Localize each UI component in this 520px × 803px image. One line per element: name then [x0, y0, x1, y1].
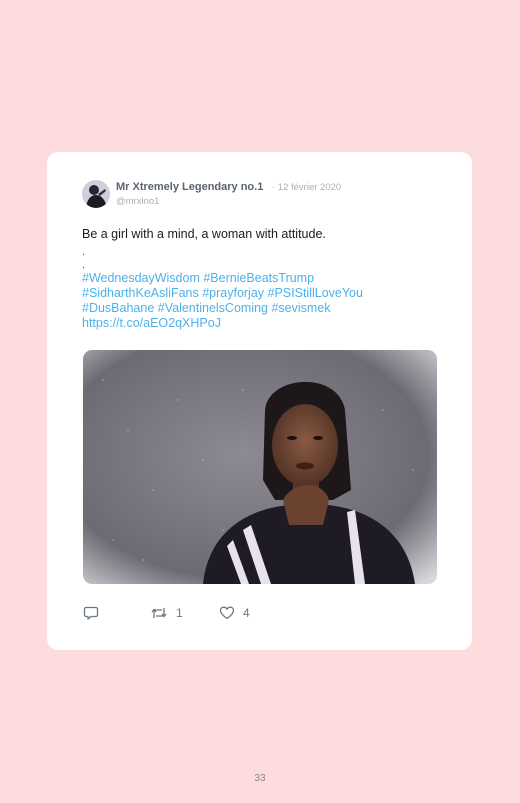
tweet-text: Be a girl with a mind, a woman with atti…: [82, 227, 326, 241]
tweet-card: Mr Xtremely Legendary no.1 · 12 février …: [47, 152, 472, 650]
tweet-dot-2: .: [82, 259, 86, 271]
author-handle[interactable]: @mrxlno1: [116, 196, 159, 207]
reply-button[interactable]: [83, 604, 99, 622]
hashtag-block: #WednesdayWisdom #BernieBeatsTrump #Sidh…: [82, 271, 442, 331]
like-count: 4: [243, 606, 250, 620]
tweet-dot-1: .: [82, 246, 86, 258]
retweet-count: 1: [176, 606, 183, 620]
retweet-icon: [151, 608, 167, 618]
reply-icon: [83, 606, 99, 620]
avatar[interactable]: [82, 180, 110, 208]
tweet-link[interactable]: https://t.co/aEO2qXHPoJ: [82, 316, 442, 331]
tweet-photo[interactable]: [83, 350, 437, 584]
like-button[interactable]: 4: [219, 604, 250, 622]
author-name[interactable]: Mr Xtremely Legendary no.1: [116, 181, 263, 193]
hashtag-line[interactable]: #WednesdayWisdom #BernieBeatsTrump: [82, 271, 442, 286]
page-number: 33: [254, 773, 266, 784]
tweet-date: · 12 février 2020: [272, 182, 342, 193]
hashtag-line[interactable]: #DusBahane #ValentinelsComing #sevismek: [82, 301, 442, 316]
heart-icon: [219, 606, 235, 620]
retweet-button[interactable]: 1: [150, 604, 183, 622]
hashtag-line[interactable]: #SidharthKeAsliFans #prayforjay #PSIStil…: [82, 286, 442, 301]
